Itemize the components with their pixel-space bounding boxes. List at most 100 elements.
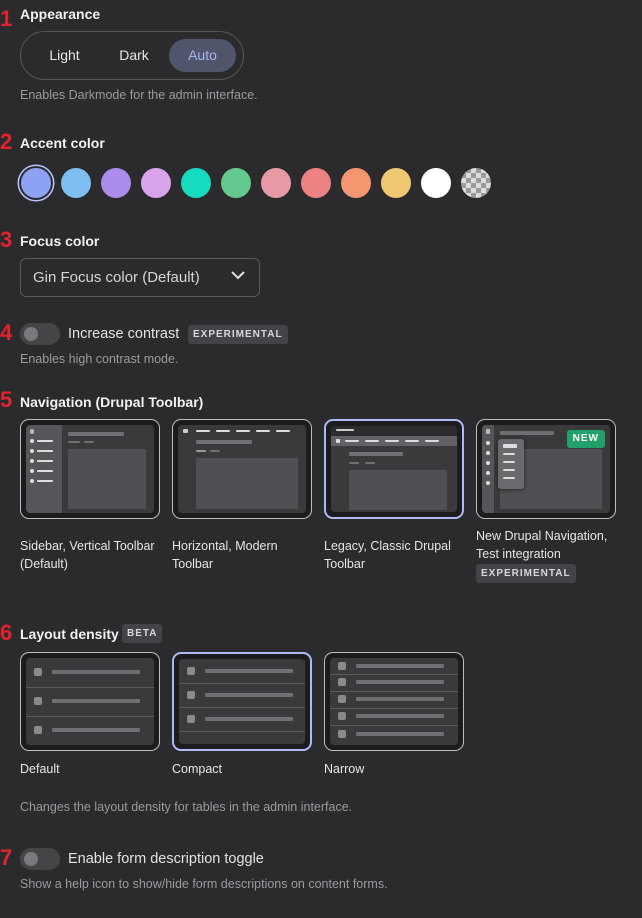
accent-swatch[interactable]: [421, 168, 451, 198]
nav-option-sidebar-vertical[interactable]: [20, 419, 160, 519]
preview-line: [365, 462, 375, 464]
checkbox-icon: [34, 668, 42, 676]
preview-line: [345, 440, 359, 442]
table-row: [330, 708, 458, 726]
accent-swatch-transparent[interactable]: [461, 168, 491, 198]
preview-line: [349, 452, 403, 456]
preview-line: [500, 431, 554, 435]
preview-dot: [30, 479, 34, 483]
preview-sidebar: [482, 425, 494, 513]
nav-option-horizontal-modern[interactable]: [172, 419, 312, 519]
density-option-narrow[interactable]: [324, 652, 464, 751]
preview-line: [356, 664, 444, 668]
preview-line: [503, 477, 515, 479]
density-preview: [26, 658, 154, 745]
navigation-title: Navigation (Drupal Toolbar): [20, 394, 204, 410]
nav-option-legacy-classic[interactable]: [324, 419, 464, 519]
accent-swatch[interactable]: [301, 168, 331, 198]
label-line2: Test integration: [476, 547, 561, 561]
focus-title: Focus color: [20, 233, 100, 249]
label-line2: (Default): [20, 557, 68, 571]
appearance-light-option[interactable]: Light: [28, 39, 101, 72]
checkbox-icon: [187, 715, 195, 723]
label-line1: Legacy, Classic Drupal: [324, 539, 451, 553]
preview-dot: [486, 461, 490, 465]
increase-contrast-toggle[interactable]: [20, 323, 60, 345]
preview-line: [205, 693, 293, 697]
table-row: [179, 707, 305, 732]
label-line2: Toolbar: [324, 557, 365, 571]
form-description-label: Enable form description toggle: [68, 851, 264, 867]
nav-preview: NEW: [482, 425, 610, 513]
preview-flyout-menu: [498, 439, 524, 489]
appearance-description: Enables Darkmode for the admin interface…: [20, 88, 258, 102]
preview-logo: [486, 429, 490, 434]
appearance-dark-option[interactable]: Dark: [99, 39, 169, 72]
density-preview: [179, 659, 305, 744]
appearance-auto-option[interactable]: Auto: [169, 39, 236, 72]
preview-line: [349, 462, 359, 464]
accent-swatch[interactable]: [101, 168, 131, 198]
label-line2: Toolbar: [172, 557, 213, 571]
form-description-toggle[interactable]: [20, 848, 60, 870]
preview-line: [356, 714, 444, 718]
checkbox-icon: [338, 695, 346, 703]
density-option-compact[interactable]: [172, 652, 312, 751]
contrast-description: Enables high contrast mode.: [20, 352, 179, 366]
preview-line: [336, 429, 354, 431]
accent-swatch[interactable]: [21, 168, 51, 198]
preview-line: [84, 441, 94, 443]
accent-swatch[interactable]: [61, 168, 91, 198]
preview-line: [503, 444, 517, 448]
preview-line: [52, 699, 140, 703]
preview-line: [356, 732, 444, 736]
preview-line: [37, 470, 53, 472]
checkbox-icon: [338, 712, 346, 720]
preview-line: [356, 680, 444, 684]
preview-line: [52, 670, 140, 674]
accent-swatch[interactable]: [221, 168, 251, 198]
checkbox-icon: [187, 667, 195, 675]
preview-line: [37, 450, 53, 452]
preview-content: [196, 458, 298, 509]
toggle-knob: [24, 852, 38, 866]
marker-6: 6: [0, 620, 13, 645]
preview-dot: [486, 481, 490, 485]
accent-swatch[interactable]: [141, 168, 171, 198]
focus-color-select[interactable]: Gin Focus color (Default): [20, 258, 260, 297]
table-row: [330, 725, 458, 744]
checkbox-icon: [338, 730, 346, 738]
experimental-badge: EXPERIMENTAL: [188, 325, 288, 344]
nav-option-legacy-label: Legacy, Classic Drupal Toolbar: [324, 537, 451, 573]
preview-content: [349, 470, 447, 510]
preview-line: [68, 432, 124, 436]
nav-preview: [26, 425, 154, 513]
preview-dot: [30, 449, 34, 453]
increase-contrast-label: Increase contrast: [68, 326, 180, 342]
accent-title: Accent color: [20, 135, 105, 151]
preview-dot: [486, 471, 490, 475]
checkbox-icon: [338, 662, 346, 670]
label-line1: Horizontal, Modern: [172, 539, 278, 553]
experimental-badge: EXPERIMENTAL: [476, 564, 576, 583]
focus-color-value: Gin Focus color (Default): [33, 269, 200, 286]
density-option-default[interactable]: [20, 652, 160, 751]
table-row: [179, 731, 305, 744]
preview-line: [503, 453, 515, 455]
density-default-label: Default: [20, 762, 60, 776]
nav-option-new-drupal-navigation[interactable]: NEW: [476, 419, 616, 519]
appearance-title: Appearance: [20, 6, 101, 22]
accent-swatch[interactable]: [261, 168, 291, 198]
density-preview: [330, 658, 458, 745]
accent-swatch[interactable]: [381, 168, 411, 198]
label-line1: New Drupal Navigation,: [476, 529, 608, 543]
preview-line: [37, 480, 53, 482]
nav-preview: [331, 426, 457, 512]
preview-dot: [30, 439, 34, 443]
accent-swatch[interactable]: [341, 168, 371, 198]
table-row: [26, 658, 154, 688]
nav-option-sidebar-label: Sidebar, Vertical Toolbar (Default): [20, 537, 155, 573]
preview-line: [37, 440, 53, 442]
accent-swatch[interactable]: [181, 168, 211, 198]
nav-preview: [178, 425, 306, 513]
